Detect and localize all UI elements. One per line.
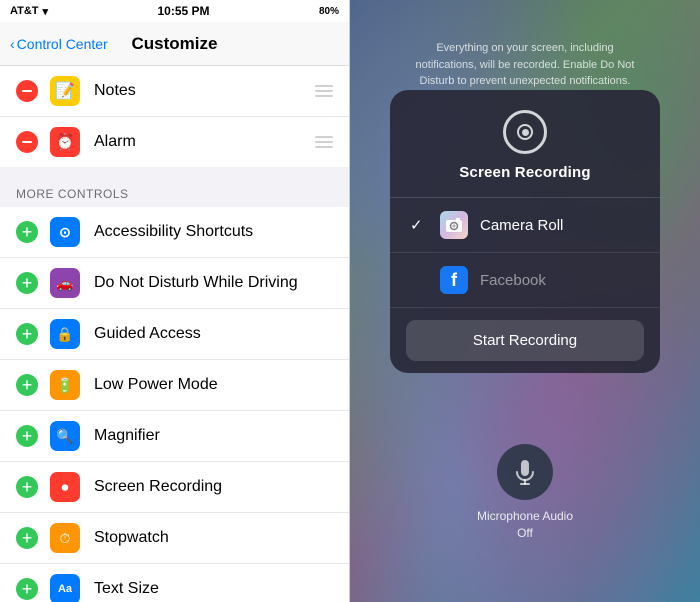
- stopwatch-icon: ⏱: [50, 523, 80, 553]
- text-size-icon: Aa: [50, 574, 80, 602]
- add-stopwatch-button[interactable]: [16, 527, 38, 549]
- facebook-label: Facebook: [480, 272, 640, 289]
- popup-title: Screen Recording: [459, 164, 591, 181]
- record-icon-inner: [517, 124, 533, 140]
- facebook-icon: f: [440, 266, 468, 294]
- carrier-label: AT&T: [10, 5, 39, 17]
- checkmark-icon: ✓: [410, 216, 426, 234]
- add-low-power-button[interactable]: [16, 374, 38, 396]
- text-size-label: Text Size: [94, 580, 333, 598]
- low-power-label: Low Power Mode: [94, 376, 333, 394]
- list-item[interactable]: Aa Text Size: [0, 564, 349, 602]
- popup-card: Screen Recording ✓ Camera Roll ✓ f Faceb…: [390, 90, 660, 373]
- alarm-label: Alarm: [94, 133, 315, 151]
- list-item[interactable]: ⊙ Accessibility Shortcuts: [0, 207, 349, 258]
- magnifier-icon: 🔍: [50, 421, 80, 451]
- record-icon-outer: [503, 110, 547, 154]
- screen-recording-panel: Everything on your screen, including not…: [350, 0, 700, 602]
- status-bar: AT&T ▾ 10:55 PM 80%: [0, 0, 349, 22]
- camera-roll-option[interactable]: ✓ Camera Roll: [390, 198, 660, 253]
- add-accessibility-button[interactable]: [16, 221, 38, 243]
- mic-label-text: Microphone AudioOff: [477, 509, 573, 540]
- battery-label: 80%: [319, 6, 339, 17]
- screen-recording-label: Screen Recording: [94, 478, 333, 496]
- list-item[interactable]: 🔋 Low Power Mode: [0, 360, 349, 411]
- mic-button[interactable]: [497, 444, 553, 500]
- back-label: Control Center: [17, 36, 108, 52]
- nav-title: Customize: [132, 34, 218, 54]
- screen-recording-icon: ⏺: [50, 472, 80, 502]
- remove-alarm-button[interactable]: [16, 131, 38, 153]
- guided-access-icon: 🔒: [50, 319, 80, 349]
- stopwatch-label: Stopwatch: [94, 529, 333, 547]
- list-item[interactable]: ⏰ Alarm: [0, 117, 349, 167]
- info-text: Everything on your screen, including not…: [405, 40, 645, 90]
- mic-label: Microphone AudioOff: [477, 508, 573, 542]
- record-dot: [522, 129, 529, 136]
- add-text-size-button[interactable]: [16, 578, 38, 600]
- existing-controls-section: 📝 Notes ⏰ Alarm: [0, 66, 349, 167]
- list-item[interactable]: 🔒 Guided Access: [0, 309, 349, 360]
- list-item[interactable]: ⏱ Stopwatch: [0, 513, 349, 564]
- facebook-option[interactable]: ✓ f Facebook: [390, 253, 660, 308]
- add-dnd-driving-button[interactable]: [16, 272, 38, 294]
- add-magnifier-button[interactable]: [16, 425, 38, 447]
- back-button[interactable]: ‹ Control Center: [10, 36, 108, 52]
- guided-access-label: Guided Access: [94, 325, 333, 343]
- settings-panel: AT&T ▾ 10:55 PM 80% ‹ Control Center Cus…: [0, 0, 350, 602]
- status-bar-right: 80%: [319, 6, 339, 17]
- list-item[interactable]: ⏺ Screen Recording: [0, 462, 349, 513]
- add-screen-recording-button[interactable]: [16, 476, 38, 498]
- dnd-driving-label: Do Not Disturb While Driving: [94, 274, 333, 292]
- list-item[interactable]: 📝 Notes: [0, 66, 349, 117]
- low-power-icon: 🔋: [50, 370, 80, 400]
- nav-bar: ‹ Control Center Customize: [0, 22, 349, 66]
- notes-label: Notes: [94, 82, 315, 100]
- drag-handle[interactable]: [315, 136, 333, 148]
- list-item[interactable]: 🚗 Do Not Disturb While Driving: [0, 258, 349, 309]
- more-controls-section: ⊙ Accessibility Shortcuts 🚗 Do Not Distu…: [0, 207, 349, 602]
- notes-icon: 📝: [50, 76, 80, 106]
- chevron-left-icon: ‹: [10, 36, 15, 52]
- wifi-icon: ▾: [43, 5, 49, 18]
- list-item[interactable]: 🔍 Magnifier: [0, 411, 349, 462]
- time-label: 10:55 PM: [158, 4, 210, 18]
- status-bar-left: AT&T ▾: [10, 5, 48, 18]
- camera-roll-label: Camera Roll: [480, 217, 640, 234]
- alarm-icon: ⏰: [50, 127, 80, 157]
- more-controls-header: MORE CONTROLS: [0, 169, 349, 207]
- camera-roll-icon: [440, 211, 468, 239]
- start-recording-button[interactable]: Start Recording: [406, 320, 644, 361]
- popup-header: Screen Recording: [390, 90, 660, 198]
- accessibility-label: Accessibility Shortcuts: [94, 223, 333, 241]
- drag-handle[interactable]: [315, 85, 333, 97]
- controls-list: 📝 Notes ⏰ Alarm MORE CONTROL: [0, 66, 349, 602]
- magnifier-label: Magnifier: [94, 427, 333, 445]
- add-guided-access-button[interactable]: [16, 323, 38, 345]
- mic-section: Microphone AudioOff: [477, 444, 573, 542]
- remove-notes-button[interactable]: [16, 80, 38, 102]
- dnd-driving-icon: 🚗: [50, 268, 80, 298]
- accessibility-icon: ⊙: [50, 217, 80, 247]
